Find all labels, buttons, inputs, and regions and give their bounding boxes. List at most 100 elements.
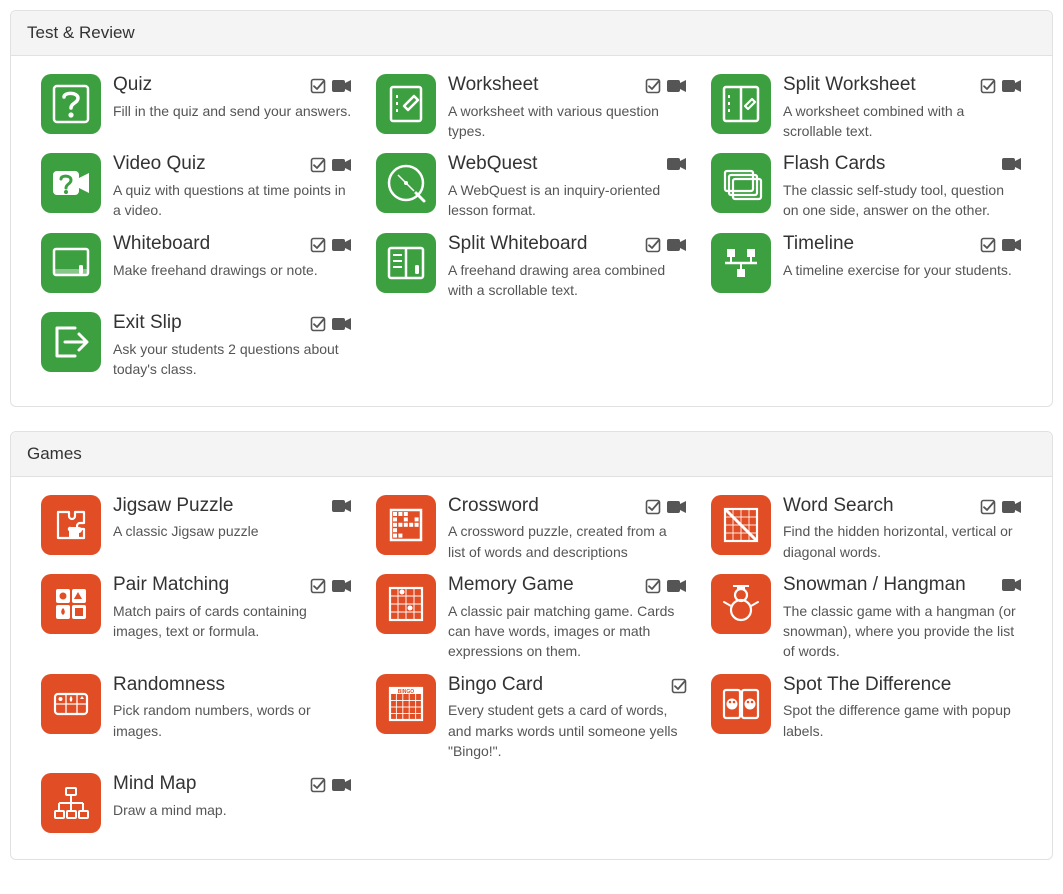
tile-flash-cards[interactable]: Flash Cards The classic self-study tool,… <box>711 153 1022 220</box>
tile-content: Word Search Find the hidden horizontal, … <box>783 495 1022 562</box>
tile-title: Exit Slip <box>113 312 302 335</box>
autograde-checkbox-icon <box>645 78 661 94</box>
tile-header: Worksheet <box>448 74 687 97</box>
video-tutorial-icon <box>332 238 352 252</box>
tile-mind-map[interactable]: Mind Map Draw a mind map. <box>41 773 352 833</box>
pairs-icon <box>41 574 101 634</box>
tile-content: Split Worksheet A worksheet combined wit… <box>783 74 1022 141</box>
tile-description: A quiz with questions at time points in … <box>113 180 352 221</box>
video-tutorial-icon <box>1002 79 1022 93</box>
section-header: Games <box>11 432 1052 477</box>
tile-header: Crossword <box>448 495 687 518</box>
split-board-icon <box>376 233 436 293</box>
tile-header: Jigsaw Puzzle <box>113 495 352 518</box>
snowman-icon <box>711 574 771 634</box>
tile-content: Split Whiteboard A freehand drawing area… <box>448 233 687 300</box>
tile-header: Mind Map <box>113 773 352 796</box>
tile-header: Spot The Difference <box>783 674 1022 697</box>
tile-timeline[interactable]: Timeline A timeline exercise for your st… <box>711 233 1022 293</box>
tile-randomness[interactable]: Randomness Pick random numbers, words or … <box>41 674 352 741</box>
tile-worksheet[interactable]: Worksheet A worksheet with various quest… <box>376 74 687 141</box>
tile-description: Draw a mind map. <box>113 800 352 820</box>
autograde-checkbox-icon <box>645 499 661 515</box>
tile-content: Flash Cards The classic self-study tool,… <box>783 153 1022 220</box>
tile-content: Mind Map Draw a mind map. <box>113 773 352 820</box>
split-sheet-icon <box>711 74 771 134</box>
tile-crossword[interactable]: Crossword A crossword puzzle, created fr… <box>376 495 687 562</box>
tile-content: Quiz Fill in the quiz and send your answ… <box>113 74 352 121</box>
question-icon <box>41 74 101 134</box>
tile-badges <box>645 237 687 253</box>
section-header: Test & Review <box>11 11 1052 56</box>
tile-snowman-hangman[interactable]: Snowman / Hangman The classic game with … <box>711 574 1022 662</box>
video-tutorial-icon <box>332 158 352 172</box>
tile-content: Spot The Difference Spot the difference g… <box>783 674 1022 741</box>
tile-header: Exit Slip <box>113 312 352 335</box>
tile-title: Snowman / Hangman <box>783 574 994 597</box>
tile-title: Whiteboard <box>113 233 302 256</box>
section-body: Jigsaw Puzzle A classic Jigsaw puzzle Cr… <box>11 477 1052 860</box>
tile-title: Crossword <box>448 495 637 518</box>
tile-title: Worksheet <box>448 74 637 97</box>
tile-description: Make freehand drawings or note. <box>113 260 352 280</box>
tile-badges <box>1002 157 1022 171</box>
tile-title: Split Whiteboard <box>448 233 637 256</box>
video-tutorial-icon <box>332 579 352 593</box>
tile-description: A WebQuest is an inquiry-oriented lesson… <box>448 180 687 221</box>
tile-title: Word Search <box>783 495 972 518</box>
tile-exit-slip[interactable]: Exit Slip Ask your students 2 questions … <box>41 312 352 379</box>
tile-title: Quiz <box>113 74 302 97</box>
bingo-icon: BINGO <box>376 674 436 734</box>
tile-title: Mind Map <box>113 773 302 796</box>
tile-title: Randomness <box>113 674 352 697</box>
tile-description: Match pairs of cards containing images, … <box>113 601 352 642</box>
tile-content: Snowman / Hangman The classic game with … <box>783 574 1022 662</box>
video-tutorial-icon <box>667 79 687 93</box>
tile-description: Every student gets a card of words, and … <box>448 700 687 761</box>
tile-memory-game[interactable]: Memory Game A classic pair matching game… <box>376 574 687 662</box>
tile-whiteboard[interactable]: Whiteboard Make freehand drawings or not… <box>41 233 352 293</box>
tile-title: WebQuest <box>448 153 659 176</box>
tile-description: The classic self-study tool, question on… <box>783 180 1022 221</box>
tile-header: Memory Game <box>448 574 687 597</box>
tile-title: Bingo Card <box>448 674 663 697</box>
tile-title: Memory Game <box>448 574 637 597</box>
tile-content: Randomness Pick random numbers, words or … <box>113 674 352 741</box>
tile-jigsaw-puzzle[interactable]: Jigsaw Puzzle A classic Jigsaw puzzle <box>41 495 352 555</box>
tile-video-quiz[interactable]: Video Quiz A quiz with questions at time… <box>41 153 352 220</box>
tile-split-worksheet[interactable]: Split Worksheet A worksheet combined wit… <box>711 74 1022 141</box>
tile-description: Ask your students 2 questions about toda… <box>113 339 352 380</box>
tile-badges <box>1002 578 1022 592</box>
tile-header: Bingo Card <box>448 674 687 697</box>
tile-badges <box>980 237 1022 253</box>
tile-header: Video Quiz <box>113 153 352 176</box>
tile-webquest[interactable]: WebQuest A WebQuest is an inquiry-orient… <box>376 153 687 220</box>
exit-icon <box>41 312 101 372</box>
flash-cards-icon <box>711 153 771 213</box>
tile-title: Jigsaw Puzzle <box>113 495 324 518</box>
video-tutorial-icon <box>667 157 687 171</box>
tile-title: Timeline <box>783 233 972 256</box>
worksheet-icon <box>376 74 436 134</box>
tile-header: Timeline <box>783 233 1022 256</box>
tile-title: Spot The Difference <box>783 674 1022 697</box>
tile-bingo-card[interactable]: BINGO Bingo Card Every student gets a ca… <box>376 674 687 762</box>
tile-pair-matching[interactable]: Pair Matching Match pairs of cards conta… <box>41 574 352 641</box>
autograde-checkbox-icon <box>671 678 687 694</box>
tile-spot-the-difference[interactable]: Spot The Difference Spot the difference g… <box>711 674 1022 741</box>
whiteboard-icon <box>41 233 101 293</box>
video-tutorial-icon <box>332 317 352 331</box>
tile-title: Flash Cards <box>783 153 994 176</box>
tile-description: Pick random numbers, words or images. <box>113 700 352 741</box>
tile-badges <box>645 78 687 94</box>
tile-badges <box>980 499 1022 515</box>
tile-word-search[interactable]: Word Search Find the hidden horizontal, … <box>711 495 1022 562</box>
tile-split-whiteboard[interactable]: Split Whiteboard A freehand drawing area… <box>376 233 687 300</box>
tile-badges <box>645 578 687 594</box>
tile-badges <box>310 237 352 253</box>
tile-badges <box>310 157 352 173</box>
tile-content: Worksheet A worksheet with various quest… <box>448 74 687 141</box>
tile-description: Spot the difference game with popup labe… <box>783 700 1022 741</box>
tile-quiz[interactable]: Quiz Fill in the quiz and send your answ… <box>41 74 352 134</box>
tile-description: A worksheet combined with a scrollable t… <box>783 101 1022 142</box>
